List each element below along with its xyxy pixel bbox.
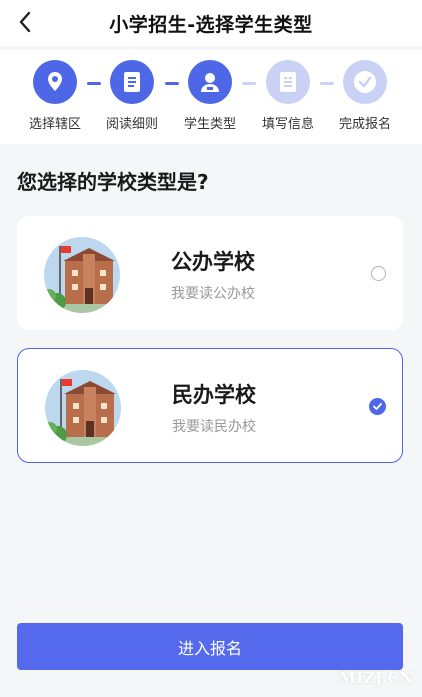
map-pin-icon [48,72,62,91]
option-title: 公办学校 [171,250,255,274]
option-subtitle: 我要读民办校 [172,419,256,435]
radio-checked[interactable] [369,398,386,415]
check-circle-icon [354,71,376,93]
option-public-school[interactable]: 公办学校 我要读公办校 [17,216,403,330]
school-building-icon [45,370,121,446]
step-complete: 完成报名 [330,60,400,132]
option-subtitle: 我要读公办校 [171,286,255,302]
step-read-rules: 阅读细则 [97,60,167,132]
option-private-school[interactable]: 民办学校 我要读民办校 [17,348,403,463]
step-circle [266,60,310,104]
form-icon [280,72,296,92]
app-header: 小学招生-选择学生类型 [0,0,422,46]
document-icon [124,72,140,92]
step-label: 选择辖区 [28,117,81,132]
step-label: 学生类型 [183,117,236,132]
step-circle [110,60,154,104]
school-building-icon [44,237,120,313]
progress-steps: 选择辖区 阅读细则 学生类型 填写信息 完成报名 [0,50,422,144]
chevron-left-icon [19,11,31,33]
step-label: 阅读细则 [105,117,158,132]
back-button[interactable] [12,9,38,35]
page-title: 小学招生-选择学生类型 [109,13,313,36]
option-title: 民办学校 [172,383,256,407]
step-circle [343,60,387,104]
checkmark-icon [373,403,382,410]
submit-button[interactable]: 进入报名 [17,623,403,670]
step-label: 完成报名 [338,117,391,132]
step-label: 填写信息 [261,117,314,132]
step-select-district: 选择辖区 [20,60,90,132]
radio-unchecked[interactable] [371,266,386,281]
step-circle [33,60,77,104]
watermark: MIZJ.CN [339,669,414,687]
question-heading: 您选择的学校类型是? [17,170,209,194]
step-fill-info: 填写信息 [253,60,323,132]
student-icon [201,73,219,92]
step-circle [188,60,232,104]
step-student-type: 学生类型 [175,60,245,132]
